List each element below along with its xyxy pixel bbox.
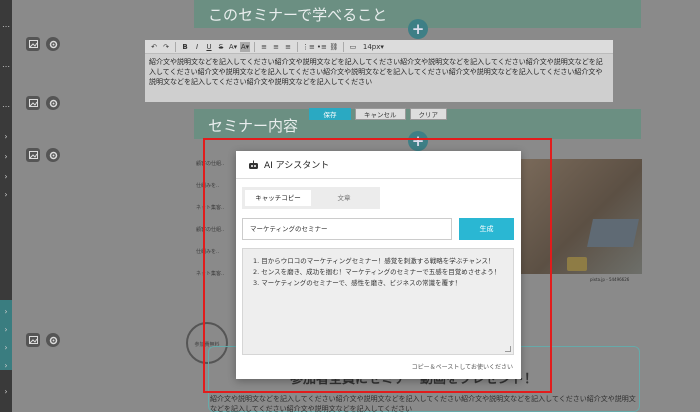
monitor-icon[interactable]: ▭ bbox=[348, 42, 358, 52]
block-controls bbox=[26, 148, 66, 162]
align-center-icon[interactable]: ≡ bbox=[271, 42, 281, 52]
robot-icon bbox=[249, 160, 258, 169]
toolbar-divider bbox=[175, 41, 176, 52]
clear-button[interactable]: クリア bbox=[409, 108, 447, 120]
copy-hint: コピー＆ペーストしてお使いください bbox=[411, 364, 513, 371]
block-controls bbox=[26, 96, 66, 110]
rich-text-editor: ↶ ↷ B I U S A▾ A▾ ≡ ≡ ≡ ⋮≡ •≡ ⛓ ▭ 14px▾ … bbox=[145, 40, 613, 102]
keyword-input[interactable]: マーケティングのセミナー bbox=[242, 218, 452, 240]
undo-icon[interactable]: ↶ bbox=[149, 42, 159, 52]
ordered-list-icon[interactable]: ⋮≡ bbox=[302, 42, 315, 52]
align-right-icon[interactable]: ≡ bbox=[283, 42, 293, 52]
image-icon[interactable] bbox=[26, 96, 40, 110]
chevron-right-icon[interactable]: › bbox=[0, 170, 12, 184]
add-block-icon[interactable]: + bbox=[408, 19, 428, 39]
nav-item-icon[interactable]: ⋯ bbox=[0, 20, 12, 34]
tab-catchcopy[interactable]: キャッチコピー bbox=[245, 190, 311, 206]
result-line: 3. マーケティングのセミナーで、感性を磨き、ビジネスの常識を覆す！ bbox=[253, 279, 462, 287]
font-color-icon[interactable]: A▾ bbox=[228, 42, 238, 52]
editor-toolbar: ↶ ↷ B I U S A▾ A▾ ≡ ≡ ≡ ⋮≡ •≡ ⛓ ▭ 14px▾ bbox=[145, 40, 613, 54]
redo-icon[interactable]: ↷ bbox=[161, 42, 171, 52]
promo-text: 紹介文や説明文などを記入してください紹介文や説明文などを記入してください紹介文や… bbox=[210, 395, 636, 412]
strikethrough-icon[interactable]: S bbox=[216, 42, 226, 52]
chevron-right-icon[interactable]: › bbox=[0, 150, 12, 164]
bold-icon[interactable]: B bbox=[180, 42, 190, 52]
chevron-right-icon[interactable]: › bbox=[0, 359, 12, 373]
image-icon[interactable] bbox=[26, 333, 40, 347]
align-left-icon[interactable]: ≡ bbox=[259, 42, 269, 52]
nav-item-icon[interactable]: ⋯ bbox=[0, 60, 12, 74]
cup-shape bbox=[567, 257, 587, 271]
editor-content[interactable]: 紹介文や説明文などを記入してください紹介文や説明文などを記入してください紹介文や… bbox=[145, 54, 613, 90]
chevron-right-icon[interactable]: › bbox=[0, 130, 12, 144]
image-icon[interactable] bbox=[26, 148, 40, 162]
left-nav-strip: ⋯ ⋯ ⋯ › › › › › › › › › bbox=[0, 0, 12, 412]
chevron-right-icon[interactable]: › bbox=[0, 305, 12, 319]
generate-button[interactable]: 生成 bbox=[459, 218, 514, 240]
font-size-value: 14px bbox=[362, 42, 381, 51]
font-size-select[interactable]: 14px▾ bbox=[360, 42, 387, 52]
underline-icon[interactable]: U bbox=[204, 42, 214, 52]
cancel-button[interactable]: キャンセル bbox=[355, 108, 406, 120]
mode-tabs: キャッチコピー 文章 bbox=[242, 187, 380, 209]
result-line: 2. センスを磨き、成功を掴む！マーケティングのセミナーで五感を目覚めさせよう！ bbox=[253, 268, 501, 276]
italic-icon[interactable]: I bbox=[192, 42, 202, 52]
gear-icon[interactable] bbox=[46, 37, 60, 51]
result-textarea[interactable]: 1. 目からウロコのマーケティングセミナー！感覚を刺激する戦略を学ぶチャンス！ … bbox=[242, 248, 514, 355]
block-controls bbox=[26, 37, 66, 51]
gear-icon[interactable] bbox=[46, 148, 60, 162]
modal-title: AI アシスタント bbox=[264, 161, 330, 171]
chevron-right-icon[interactable]: › bbox=[0, 323, 12, 337]
chevron-right-icon[interactable]: › bbox=[0, 385, 12, 399]
gear-icon[interactable] bbox=[46, 333, 60, 347]
nav-item-icon[interactable]: ⋯ bbox=[0, 100, 12, 114]
gear-icon[interactable] bbox=[46, 96, 60, 110]
save-button[interactable]: 保存 bbox=[309, 108, 351, 120]
image-icon[interactable] bbox=[26, 37, 40, 51]
highlight-color-icon[interactable]: A▾ bbox=[240, 41, 250, 52]
laptop-shape bbox=[587, 219, 639, 247]
tab-text[interactable]: 文章 bbox=[311, 190, 377, 206]
toolbar-divider bbox=[254, 41, 255, 52]
bullet-list-icon[interactable]: •≡ bbox=[317, 42, 327, 52]
chevron-right-icon[interactable]: › bbox=[0, 188, 12, 202]
resize-handle-icon[interactable] bbox=[505, 346, 511, 352]
modal-header: AI アシスタント bbox=[236, 151, 521, 179]
result-line: 1. 目からウロコのマーケティングセミナー！感覚を刺激する戦略を学ぶチャンス！ bbox=[253, 257, 495, 265]
ai-assistant-modal: AI アシスタント キャッチコピー 文章 マーケティングのセミナー 生成 1. … bbox=[236, 151, 521, 379]
link-icon[interactable]: ⛓ bbox=[329, 42, 339, 52]
chevron-right-icon[interactable]: › bbox=[0, 341, 12, 355]
toolbar-divider bbox=[342, 41, 344, 52]
toolbar-divider bbox=[297, 41, 298, 52]
block-controls bbox=[26, 333, 66, 347]
editor-actions: 保存 キャンセル クリア bbox=[309, 108, 447, 120]
photo-caption: pixta.jp - 54496626 bbox=[590, 277, 630, 282]
